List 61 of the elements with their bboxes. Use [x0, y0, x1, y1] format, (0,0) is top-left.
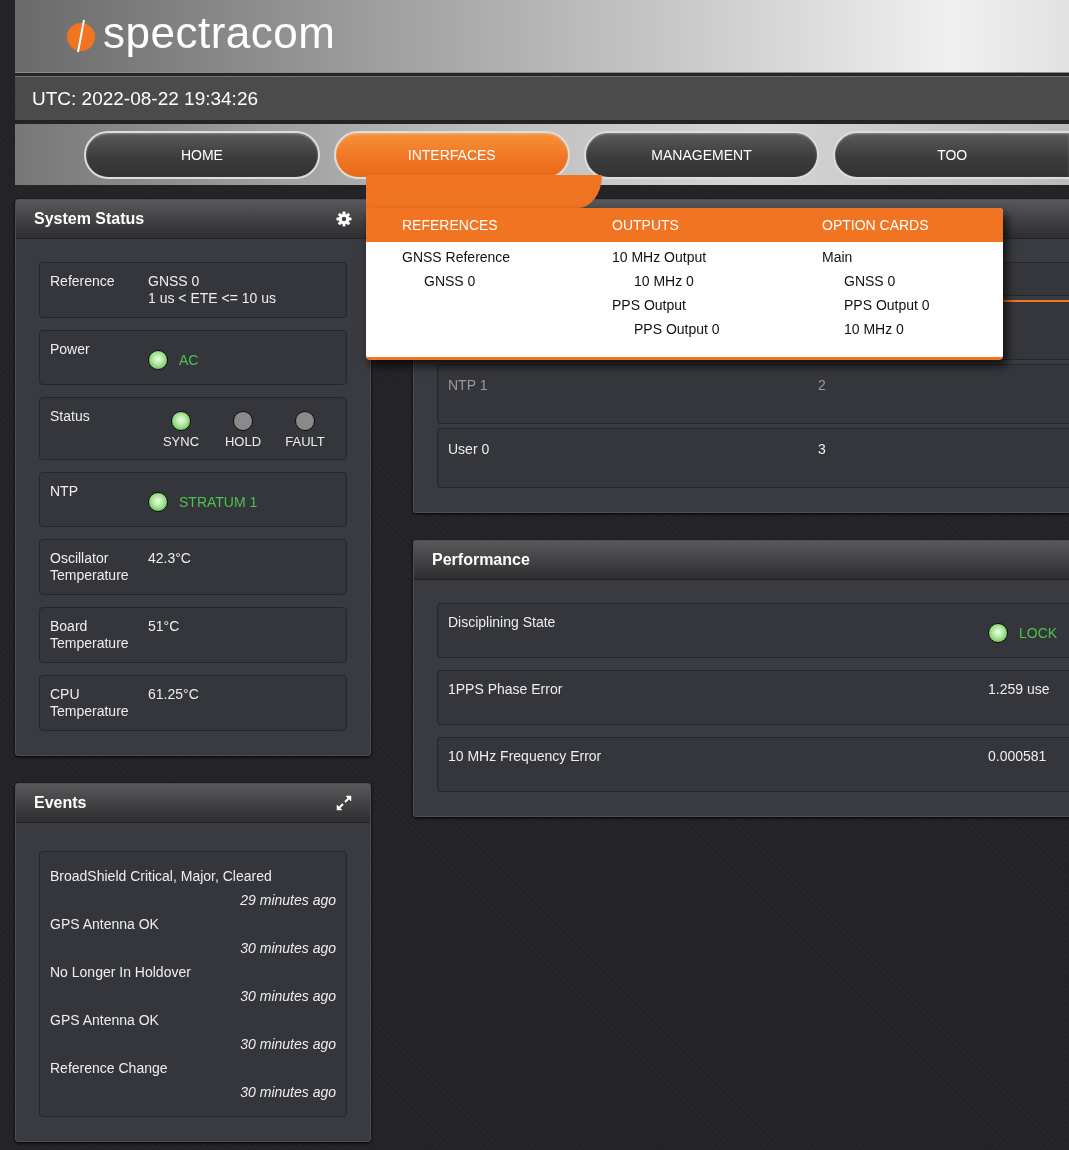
nav-tab[interactable]: HOME	[84, 130, 320, 179]
event-message: No Longer In Holdover	[50, 963, 192, 982]
event-time: 30 minutes ago	[239, 987, 336, 1006]
row-label: Reference	[50, 273, 116, 291]
settings-icon[interactable]	[336, 211, 352, 227]
menu-item[interactable]: Main	[822, 245, 996, 269]
value-text: 0.000581	[988, 748, 1047, 765]
menu-item[interactable]: 10 MHz 0	[612, 269, 786, 293]
value-text: 1 us < ETE <= 10 us	[148, 290, 277, 307]
table-cell-text: User 0	[448, 441, 491, 459]
value-text: 51°C	[148, 618, 180, 635]
menu-heading: OPTION CARDS	[822, 217, 929, 233]
event-message: GPS Antenna OK	[50, 1011, 160, 1030]
row-label: Oscillator Temperature	[50, 550, 130, 584]
table-cell-text: 3	[818, 441, 826, 459]
value-text: 61.25°C	[148, 686, 199, 703]
nav-tab[interactable]: MANAGEMENT	[583, 130, 820, 179]
row-label: CPU Temperature	[50, 686, 130, 720]
event-time: 30 minutes ago	[239, 1083, 336, 1102]
panel-title: System Status	[34, 210, 145, 228]
event-message: Reference Change	[50, 1059, 169, 1078]
indicator-label: FAULT	[285, 434, 325, 449]
event-time: 30 minutes ago	[239, 939, 336, 958]
menu-item[interactable]: PPS Output 0	[612, 317, 786, 341]
value-text: GNSS 0	[148, 273, 201, 290]
menu-heading: OUTPUTS	[612, 217, 679, 233]
row-label: Board Temperature	[50, 618, 130, 652]
row-label: NTP	[50, 483, 79, 501]
row-label: Power	[50, 341, 91, 359]
row-label: Status	[50, 408, 91, 426]
expand-icon[interactable]	[336, 795, 352, 811]
table-cell-text: 2	[818, 377, 826, 395]
utc-time: UTC: 2022-08-22 19:34:26	[32, 87, 259, 110]
row-label: Disciplining State	[448, 614, 557, 632]
event-time: 30 minutes ago	[239, 1035, 336, 1054]
value-text: 42.3°C	[148, 550, 191, 567]
nav-tab[interactable]: TOO	[833, 130, 1069, 179]
value-text: 1.259 use	[988, 681, 1050, 698]
menu-item[interactable]: 10 MHz Output	[612, 245, 786, 269]
row-label: 1PPS Phase Error	[448, 681, 564, 699]
event-message: BroadShield Critical, Major, Cleared	[50, 867, 273, 886]
row-label: 10 MHz Frequency Error	[448, 748, 603, 766]
panel-title: Performance	[432, 551, 530, 569]
menu-item[interactable]: GNSS 0	[822, 269, 996, 293]
status-text: LOCK	[1019, 625, 1058, 641]
panel-title: Events	[34, 794, 87, 812]
table-cell-text: NTP 1	[448, 377, 489, 395]
status-text: STRATUM 1	[179, 494, 258, 510]
indicator-label: HOLD	[224, 434, 262, 449]
menu-item[interactable]: PPS Output	[612, 293, 786, 317]
logo-text: spectracom	[103, 11, 336, 59]
menu-item[interactable]: GNSS 0	[402, 269, 576, 293]
menu-item[interactable]: GNSS Reference	[402, 245, 576, 269]
indicator-label: SYNC	[162, 434, 200, 449]
event-message: GPS Antenna OK	[50, 915, 160, 934]
status-text: AC	[179, 352, 199, 368]
menu-item[interactable]: 10 MHz 0	[822, 317, 996, 341]
menu-item[interactable]: PPS Output 0	[822, 293, 996, 317]
logo-icon	[65, 18, 97, 54]
menu-heading: REFERENCES	[402, 217, 498, 233]
event-time: 29 minutes ago	[239, 891, 336, 910]
